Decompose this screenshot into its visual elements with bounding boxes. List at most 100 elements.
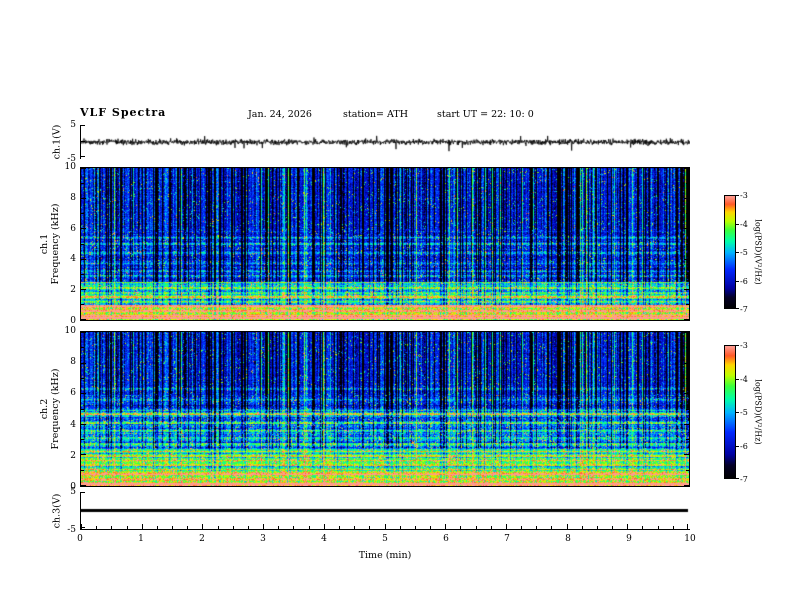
x-tick-mark (460, 526, 461, 529)
y-tick-mark (684, 424, 689, 425)
y-tick-mark (81, 409, 84, 410)
vlf-spectra-figure: VLF Spectra Jan. 24, 2026 station= ATH s… (0, 0, 792, 612)
ch2-axis-frequency-text: Frequency (kHz) (50, 368, 61, 450)
x-tick-label: 2 (199, 534, 205, 544)
y-tick-mark (81, 363, 86, 364)
x-tick-mark (248, 526, 249, 529)
y-tick-label: -5 (67, 154, 76, 164)
start-ut-label: start UT = 22: 10: 0 (437, 109, 534, 120)
x-tick-mark (551, 526, 552, 529)
colorbar-tick-label: -3 (740, 191, 748, 200)
x-tick-mark (233, 526, 234, 529)
x-tick-mark (309, 526, 310, 529)
x-tick-mark (430, 526, 431, 529)
colorbar-ch1-gradient (725, 196, 735, 308)
ch1-axis-frequency-text: Frequency (kHz) (50, 203, 61, 285)
x-tick-mark (111, 526, 112, 529)
x-tick-label: 3 (260, 534, 266, 544)
colorbar-ch2 (724, 345, 736, 479)
x-tick-mark (612, 526, 613, 529)
y-tick-mark (684, 289, 689, 290)
ch3-voltage-axis-label: ch.3(V) (51, 493, 63, 529)
x-tick-mark (415, 526, 416, 529)
y-tick-mark (81, 198, 86, 199)
x-tick-label: 1 (138, 534, 144, 544)
y-tick-mark (684, 319, 689, 320)
y-tick-mark (81, 485, 86, 486)
colorbar-tick-label: -6 (740, 441, 748, 451)
y-tick-label: 8 (70, 192, 76, 203)
y-tick-label: 8 (70, 357, 76, 368)
y-tick-mark (686, 439, 689, 440)
colorbar-tick-mark (736, 478, 739, 479)
y-tick-mark (686, 347, 689, 348)
x-tick-mark (400, 526, 401, 529)
x-tick-mark (263, 524, 264, 529)
x-tick-mark (627, 524, 628, 529)
y-tick-mark (686, 470, 689, 471)
ch1-waveform-plot (81, 125, 690, 159)
y-tick-label: 2 (70, 450, 76, 461)
x-tick-mark (521, 526, 522, 529)
y-tick-label: 0 (70, 316, 76, 326)
colorbar-ch1-axis-label: log(PSD)(V²/Hz) (753, 219, 763, 285)
colorbar-tick-mark (736, 445, 739, 447)
x-tick-mark (658, 526, 659, 529)
ch2-spectrogram-plot (81, 332, 689, 486)
y-tick-mark (684, 363, 689, 364)
x-tick-mark (491, 526, 492, 529)
y-tick-label: 6 (70, 223, 76, 234)
x-tick-mark (385, 524, 386, 529)
x-tick-label: 6 (443, 534, 449, 544)
y-tick-mark (81, 125, 85, 126)
x-tick-mark (278, 526, 279, 529)
y-tick-mark (684, 485, 689, 486)
date-label: Jan. 24, 2026 (248, 109, 312, 120)
y-tick-label: 4 (70, 419, 76, 430)
x-tick-mark (218, 526, 219, 529)
y-tick-label: 10 (64, 326, 76, 336)
y-tick-mark (684, 332, 689, 333)
x-tick-mark (582, 526, 583, 529)
x-tick-mark (187, 526, 188, 529)
station-label: station= ATH (343, 109, 408, 120)
y-tick-mark (81, 228, 86, 229)
y-tick-mark (81, 213, 84, 214)
y-tick-mark (684, 168, 689, 169)
colorbar-tick-mark (736, 280, 739, 282)
y-tick-mark (81, 304, 84, 305)
y-tick-mark (81, 319, 86, 320)
x-tick-mark (673, 526, 674, 529)
x-tick-mark (642, 526, 643, 529)
x-tick-mark (597, 526, 598, 529)
colorbar-tick-mark (736, 252, 739, 253)
y-tick-mark (684, 393, 689, 394)
colorbar-tick-label: -3 (740, 341, 748, 350)
figure-title: VLF Spectra (80, 106, 167, 119)
y-tick-mark (81, 378, 84, 379)
x-tick-mark (687, 524, 688, 529)
ch2-frequency-axis-label: ch.2 Frequency (kHz) (39, 369, 61, 450)
colorbar-tick-label: -5 (740, 408, 748, 417)
y-tick-mark (81, 454, 86, 455)
y-tick-mark (686, 304, 689, 305)
ch1-axis-channel-text: ch.1 (39, 233, 50, 255)
y-tick-mark (686, 183, 689, 184)
y-tick-mark (81, 332, 86, 333)
colorbar-tick-label: -5 (740, 248, 748, 257)
y-tick-mark (81, 183, 84, 184)
ch2-spectrogram-panel (80, 331, 690, 487)
x-tick-label: 5 (382, 534, 388, 544)
y-tick-label: 5 (70, 487, 76, 497)
x-tick-mark (536, 526, 537, 529)
y-tick-mark (81, 424, 86, 425)
y-tick-mark (81, 156, 85, 157)
x-tick-mark (567, 524, 568, 529)
y-tick-mark (686, 409, 689, 410)
y-tick-label: 4 (70, 254, 76, 265)
colorbar-tick-mark (736, 412, 739, 413)
colorbar-ch2-axis-label: log(PSD)(V²/Hz) (753, 379, 763, 445)
y-tick-mark (81, 168, 86, 169)
colorbar-tick-label: -4 (740, 374, 748, 384)
x-tick-mark (172, 526, 173, 529)
